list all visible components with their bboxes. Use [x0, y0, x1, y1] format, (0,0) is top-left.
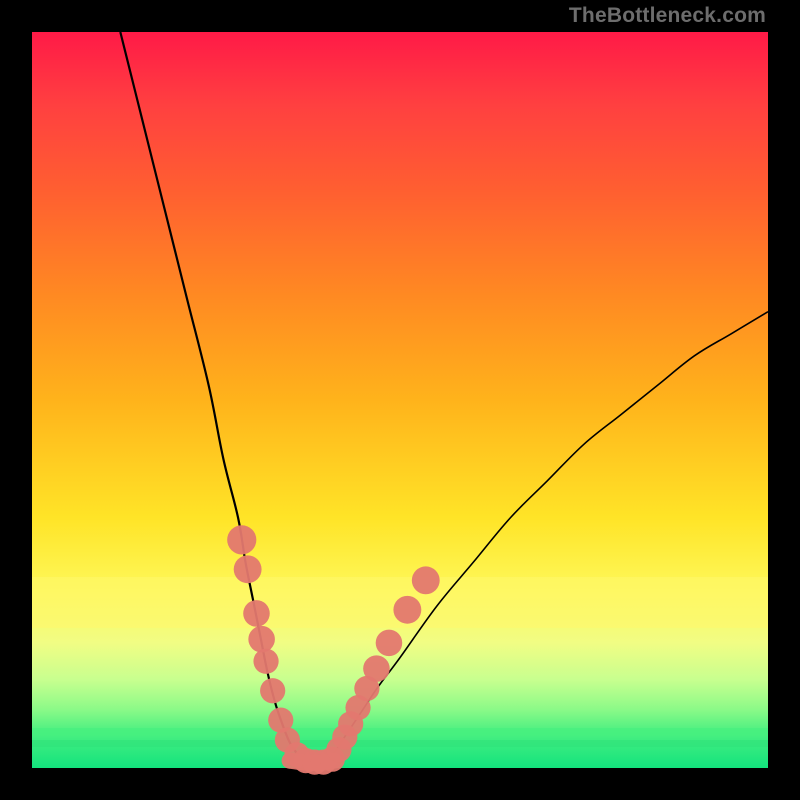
data-marker	[393, 596, 421, 624]
data-marker	[363, 655, 390, 682]
watermark-text: TheBottleneck.com	[569, 4, 766, 28]
series-left-curve	[120, 32, 304, 761]
data-marker	[376, 630, 403, 657]
data-marker	[253, 649, 278, 674]
chart-svg	[32, 32, 768, 768]
chart-frame: TheBottleneck.com	[0, 0, 800, 800]
data-marker	[260, 678, 285, 703]
data-marker	[248, 626, 275, 653]
marker-layer	[227, 525, 440, 774]
series-right-curve	[326, 312, 768, 761]
data-marker	[234, 555, 262, 583]
data-marker	[412, 566, 440, 594]
data-marker	[227, 525, 256, 554]
series-layer	[120, 32, 768, 763]
data-marker	[243, 600, 270, 627]
